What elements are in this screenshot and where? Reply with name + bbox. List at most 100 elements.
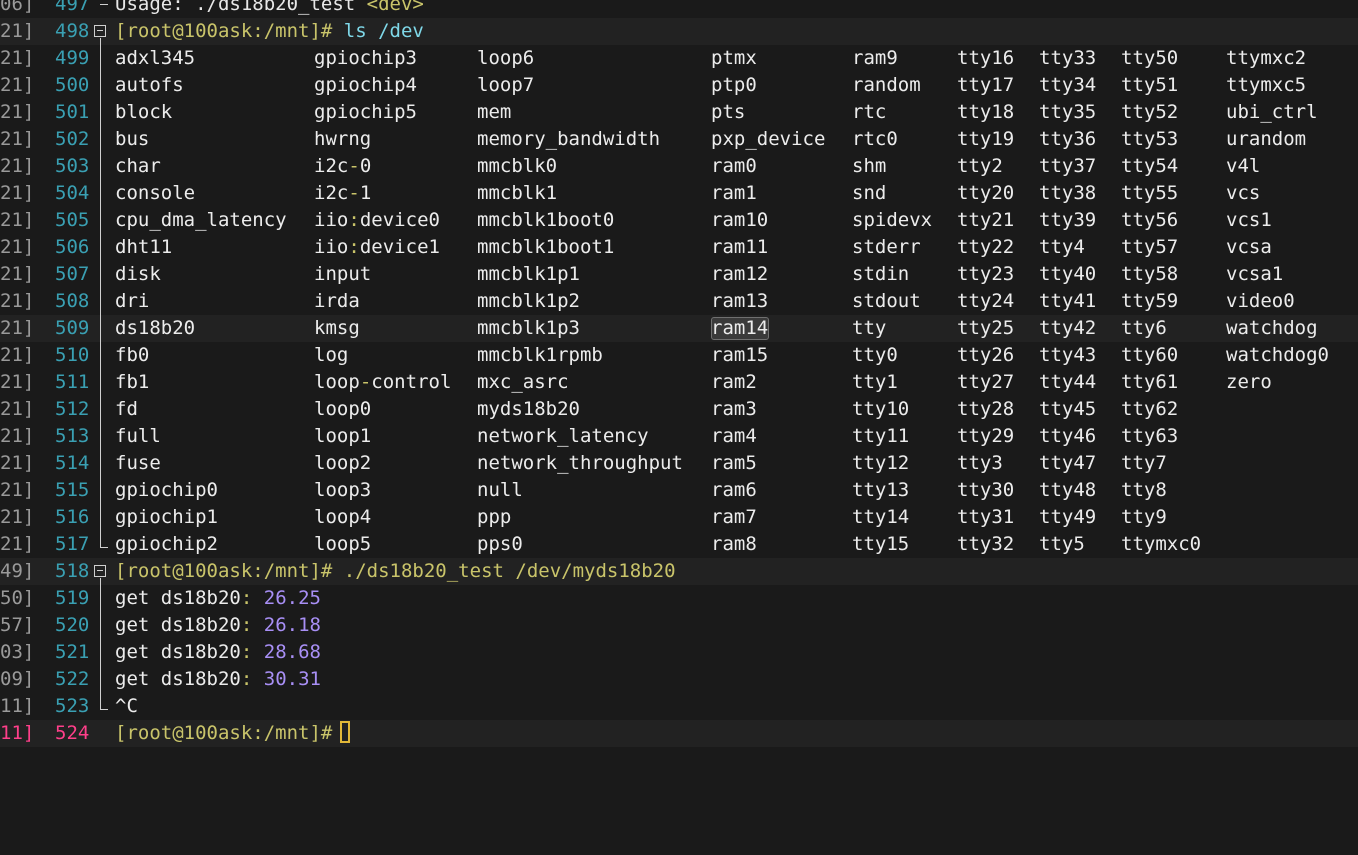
device-entry[interactable]: tty43 [1039,342,1096,369]
device-entry[interactable]: ubi_ctrl [1226,99,1318,126]
terminal-line-current-prompt[interactable]: 11] 524 [root@100ask:/mnt]# [0,720,1358,747]
device-entry[interactable]: tty53 [1121,126,1178,153]
device-entry[interactable]: full [115,423,161,450]
device-entry[interactable]: tty9 [1121,504,1167,531]
device-entry[interactable]: ram0 [711,153,757,180]
device-entry[interactable]: snd [852,180,886,207]
device-entry[interactable]: console [115,180,195,207]
device-entry[interactable]: loop4 [314,504,371,531]
device-entry[interactable]: rtc0 [852,126,898,153]
device-entry[interactable]: null [477,477,523,504]
device-entry[interactable]: tty23 [957,261,1014,288]
device-entry[interactable]: tty45 [1039,396,1096,423]
device-entry[interactable]: ram6 [711,477,757,504]
device-entry[interactable]: memory_bandwidth [477,126,660,153]
device-entry[interactable]: tty27 [957,369,1014,396]
device-entry[interactable]: tty21 [957,207,1014,234]
device-entry[interactable]: log [314,342,348,369]
device-entry[interactable]: tty55 [1121,180,1178,207]
device-entry[interactable]: iio:device0 [314,207,440,234]
device-entry[interactable]: network_throughput [477,450,683,477]
device-entry[interactable]: tty [852,315,886,342]
device-entry[interactable]: loop-control [314,369,451,396]
device-entry[interactable]: tty59 [1121,288,1178,315]
device-entry[interactable]: block [115,99,172,126]
device-entry[interactable]: mxc_asrc [477,369,569,396]
device-entry[interactable]: gpiochip3 [314,45,417,72]
device-entry[interactable]: loop3 [314,477,371,504]
device-entry[interactable]: tty12 [852,450,909,477]
device-entry[interactable]: spidevx [852,207,932,234]
device-entry[interactable]: mmcblk1boot0 [477,207,614,234]
device-entry[interactable]: ram13 [711,288,768,315]
device-entry[interactable]: tty0 [852,342,898,369]
device-entry[interactable]: fb1 [115,369,149,396]
device-entry[interactable]: tty30 [957,477,1014,504]
device-entry[interactable]: gpiochip2 [115,531,218,558]
device-entry[interactable]: tty19 [957,126,1014,153]
device-entry[interactable]: tty50 [1121,45,1178,72]
device-entry[interactable]: tty62 [1121,396,1178,423]
device-entry[interactable]: bus [115,126,149,153]
device-entry[interactable]: tty16 [957,45,1014,72]
device-entry[interactable]: tty28 [957,396,1014,423]
device-entry[interactable]: ttymxc0 [1121,531,1201,558]
device-entry[interactable]: tty51 [1121,72,1178,99]
device-entry[interactable]: tty38 [1039,180,1096,207]
device-entry[interactable]: stdout [852,288,921,315]
device-entry[interactable]: watchdog [1226,315,1318,342]
device-entry[interactable]: tty36 [1039,126,1096,153]
device-entry[interactable]: char [115,153,161,180]
device-entry[interactable]: zero [1226,369,1272,396]
device-entry[interactable]: loop2 [314,450,371,477]
device-entry[interactable]: ram1 [711,180,757,207]
device-entry[interactable]: iio:device1 [314,234,440,261]
device-entry[interactable]: mmcblk1p2 [477,288,580,315]
device-entry[interactable]: ram11 [711,234,768,261]
device-entry[interactable]: adxl345 [115,45,195,72]
device-entry[interactable]: ram5 [711,450,757,477]
fold-collapse-icon[interactable] [94,565,106,577]
device-entry[interactable]: tty33 [1039,45,1096,72]
device-entry[interactable]: tty17 [957,72,1014,99]
device-entry[interactable]: ds18b20 [115,315,195,342]
device-entry[interactable]: ram9 [852,45,898,72]
device-entry[interactable]: ram14 [711,315,768,342]
device-entry[interactable]: fb0 [115,342,149,369]
device-entry[interactable]: tty29 [957,423,1014,450]
device-entry[interactable]: vcs [1226,180,1260,207]
device-entry[interactable]: tty26 [957,342,1014,369]
device-entry[interactable]: cpu_dma_latency [115,207,287,234]
device-entry[interactable]: vcsa [1226,234,1272,261]
device-entry[interactable]: irda [314,288,360,315]
device-entry[interactable]: ttymxc2 [1226,45,1306,72]
device-entry[interactable]: shm [852,153,886,180]
device-entry[interactable]: loop5 [314,531,371,558]
device-entry[interactable]: tty47 [1039,450,1096,477]
device-entry[interactable]: i2c-0 [314,153,371,180]
device-entry[interactable]: tty37 [1039,153,1096,180]
device-entry[interactable]: pts [711,99,745,126]
device-entry[interactable]: tty56 [1121,207,1178,234]
device-entry[interactable]: ram4 [711,423,757,450]
device-entry[interactable]: tty41 [1039,288,1096,315]
device-entry[interactable]: tty20 [957,180,1014,207]
device-entry[interactable]: tty11 [852,423,909,450]
device-entry[interactable]: gpiochip1 [115,504,218,531]
device-entry[interactable]: input [314,261,371,288]
device-entry[interactable]: ram8 [711,531,757,558]
device-entry[interactable]: tty63 [1121,423,1178,450]
device-entry[interactable]: tty60 [1121,342,1178,369]
device-entry[interactable]: ppp [477,504,511,531]
device-entry[interactable]: tty44 [1039,369,1096,396]
device-entry[interactable]: mmcblk1p3 [477,315,580,342]
device-entry[interactable]: tty31 [957,504,1014,531]
device-entry[interactable]: tty54 [1121,153,1178,180]
device-entry[interactable]: video0 [1226,288,1295,315]
device-entry[interactable]: mmcblk1 [477,180,557,207]
device-entry[interactable]: tty13 [852,477,909,504]
device-entry[interactable]: mmcblk1rpmb [477,342,603,369]
device-entry[interactable]: tty6 [1121,315,1167,342]
device-entry[interactable]: random [852,72,921,99]
device-entry[interactable]: dht11 [115,234,172,261]
